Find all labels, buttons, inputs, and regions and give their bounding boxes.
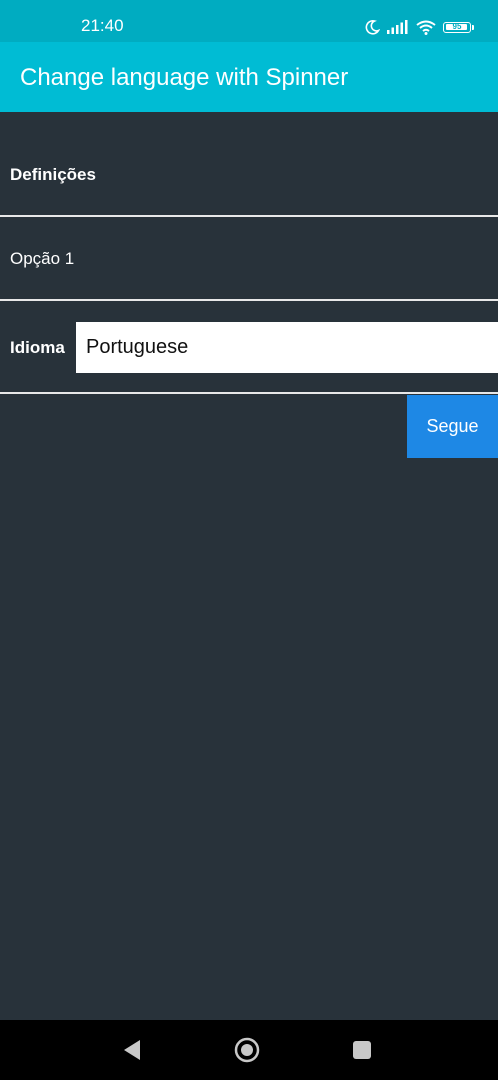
- app-bar: Change language with Spinner: [0, 42, 498, 112]
- wifi-icon: [416, 20, 436, 35]
- language-spinner-value: Portuguese: [86, 336, 189, 358]
- status-time: 21:40: [81, 16, 124, 35]
- option-1-label[interactable]: Opção 1: [10, 249, 74, 269]
- divider: [0, 299, 498, 301]
- battery-level: 95: [452, 21, 462, 31]
- battery-tip: [472, 24, 474, 30]
- divider: [0, 215, 498, 217]
- battery-icon: 95: [443, 21, 471, 33]
- settings-header: Definições: [10, 165, 96, 184]
- status-bar: 21:40 95: [0, 0, 498, 42]
- status-icons: 95: [364, 17, 474, 37]
- language-label: Idioma: [10, 338, 65, 357]
- moon-icon: [364, 19, 380, 35]
- divider: [0, 392, 498, 394]
- language-spinner[interactable]: Portuguese: [76, 322, 498, 373]
- back-icon[interactable]: [117, 1036, 147, 1064]
- nav-bar: [0, 1020, 498, 1080]
- segue-button[interactable]: Segue: [407, 395, 498, 458]
- recents-icon[interactable]: [347, 1036, 377, 1064]
- signal-icon: [387, 20, 409, 34]
- home-icon[interactable]: [232, 1036, 262, 1064]
- app-title: Change language with Spinner: [20, 64, 349, 91]
